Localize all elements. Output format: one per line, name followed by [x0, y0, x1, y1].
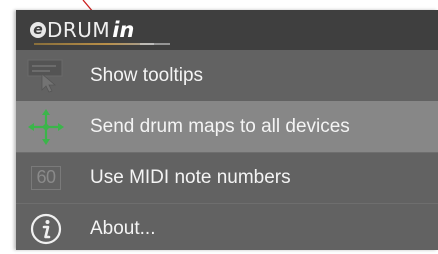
info-icon	[16, 203, 76, 254]
menu-item-show-tooltips[interactable]: Show tooltips	[16, 50, 438, 101]
menu-item-label: Send drum maps to all devices	[90, 116, 350, 137]
menu-item-send-drum-maps[interactable]: Send drum maps to all devices	[16, 101, 438, 152]
menu-header: e DRUM in	[16, 10, 438, 50]
menu-item-label: About...	[90, 218, 156, 239]
cursor-tooltip-icon	[16, 50, 76, 101]
menu-item-about[interactable]: About...	[16, 203, 438, 254]
context-menu: e DRUM in Show tooltips Send drum maps t…	[16, 10, 438, 250]
menu-item-use-midi-note-numbers[interactable]: 60 Use MIDI note numbers	[16, 152, 438, 203]
midi-number-icon: 60	[16, 152, 76, 203]
send-arrows-icon	[16, 101, 76, 152]
logo-in-text: in	[112, 18, 135, 42]
logo-e-mark: e	[30, 22, 46, 38]
menu-item-label: Use MIDI note numbers	[90, 167, 291, 188]
menu-item-label: Show tooltips	[90, 65, 204, 86]
midi-number-icon-text: 60	[31, 165, 61, 190]
logo-drum-text: DRUM	[47, 18, 111, 42]
logo-underline-tail	[140, 43, 170, 45]
logo-underline	[34, 43, 154, 45]
